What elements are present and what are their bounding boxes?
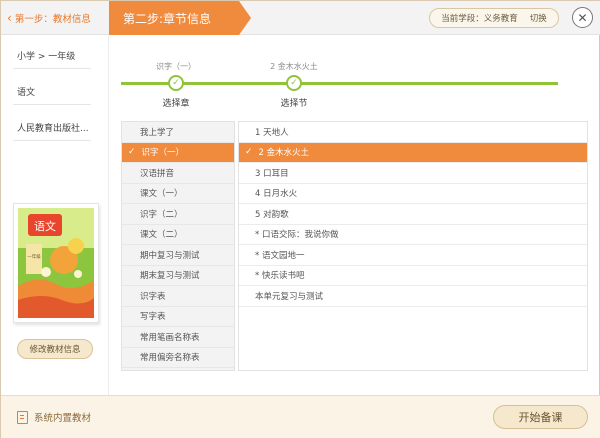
chapter-item-label: 识字表 xyxy=(140,291,166,302)
chapter-list: 我上学了 ✓ 识字（一） 汉语拼音 课文（一） 识字（二） 课文（二） 期中复习与… xyxy=(121,121,235,371)
chapter-item[interactable]: 常用偏旁名称表 xyxy=(122,347,234,368)
chapter-item[interactable]: 我上学了 xyxy=(122,122,234,143)
step2-arrow-shape xyxy=(239,1,251,35)
section-item[interactable]: * 语文园地一 xyxy=(239,245,587,266)
sidebar-item-subject[interactable]: 语文 xyxy=(13,79,91,105)
chapter-item[interactable]: 识字（二） xyxy=(122,204,234,225)
chapter-item-label: 课文（二） xyxy=(140,230,183,241)
chapter-item-label: 识字（一） xyxy=(141,148,185,159)
section-item[interactable]: * 口语交际：我说你做 xyxy=(239,224,587,245)
sidebar-item-publisher[interactable]: 人民教育出版社... xyxy=(13,115,91,141)
chapter-item-label: 期末复习与测试 xyxy=(140,271,200,282)
sidebar: 小学 > 一年级 语文 人民教育出版社... 语文 一年级 修改教材信息 xyxy=(1,35,109,395)
section-item-label: 1 天地人 xyxy=(255,127,289,138)
start-lesson-button[interactable]: 开始备课 xyxy=(493,405,588,429)
section-item-label: 5 对韵歌 xyxy=(255,209,289,220)
sidebar-item-label: 小学 > 一年级 xyxy=(17,52,76,62)
stage-label: 当前学段：义务教育 xyxy=(441,14,518,24)
chapter-item[interactable]: 课文（二） xyxy=(122,224,234,245)
chapter-item-selected[interactable]: ✓ 识字（一） xyxy=(122,142,234,163)
chapter-item-label: 期中复习与测试 xyxy=(140,250,200,261)
edit-textbook-button[interactable]: 修改教材信息 xyxy=(17,339,93,359)
book-icon xyxy=(17,410,28,424)
chapter-node-check-icon: ✓ xyxy=(168,75,184,91)
footer-bar: 系统内置教材 开始备课 xyxy=(1,395,600,438)
section-item-label: * 语文园地一 xyxy=(255,250,305,261)
chapter-item-label: 常用笔画名称表 xyxy=(140,332,200,343)
check-icon: ✓ xyxy=(128,147,136,158)
section-item[interactable]: 4 日月水火 xyxy=(239,183,587,204)
switch-label: 切换 xyxy=(529,14,547,24)
textbook-cover: 语文 一年级 xyxy=(13,203,99,323)
builtin-textbook-label: 系统内置教材 xyxy=(34,413,92,424)
section-node-check-icon: ✓ xyxy=(286,75,302,91)
textbook-cover-image: 语文 一年级 xyxy=(18,208,94,318)
app-window: ‹ 第一步：教材信息 第二步:章节信息 当前学段：义务教育 切换 ✕ 小学 > … xyxy=(0,0,600,438)
section-list: 1 天地人 ✓ 2 金木水火土 3 口耳目 4 日月水火 5 对韵歌 * 口语交际… xyxy=(238,121,588,371)
chapter-item-label: 课文（一） xyxy=(140,189,183,200)
section-item-label: * 口语交际：我说你做 xyxy=(255,230,339,241)
sidebar-item-grade[interactable]: 小学 > 一年级 xyxy=(13,43,91,69)
builtin-textbook-link[interactable]: 系统内置教材 xyxy=(17,408,91,426)
sidebar-item-label: 人民教育出版社... xyxy=(17,124,89,134)
chapter-item[interactable]: 期中复习与测试 xyxy=(122,245,234,266)
step2-tab: 第二步:章节信息 xyxy=(109,1,239,35)
step1-label: 第一步：教材信息 xyxy=(14,14,91,25)
step2-label: 第二步:章节信息 xyxy=(123,11,212,26)
section-item-label: 本单元复习与测试 xyxy=(255,291,324,302)
chapter-item-label: 常用偏旁名称表 xyxy=(140,353,200,364)
section-item[interactable]: * 快乐读书吧 xyxy=(239,265,587,286)
chapter-item-label: 识字（二） xyxy=(140,209,183,220)
chapter-item[interactable]: 期末复习与测试 xyxy=(122,265,234,286)
chapter-node-label: 选择章 xyxy=(162,99,190,109)
section-item-label: 3 口耳目 xyxy=(255,168,289,179)
chapter-item-label: 写字表 xyxy=(140,312,166,323)
section-item[interactable]: 1 天地人 xyxy=(239,122,587,143)
chapter-item[interactable]: 写字表 xyxy=(122,306,234,327)
section-node-label: 选择节 xyxy=(280,99,308,109)
stage-switch-button[interactable]: 当前学段：义务教育 切换 xyxy=(429,8,559,28)
close-icon: ✕ xyxy=(577,10,588,25)
section-node-value: 2 金木水火土 xyxy=(270,62,318,71)
book-grade: 一年级 xyxy=(27,253,41,260)
section-item-selected[interactable]: ✓ 2 金木水火土 xyxy=(239,142,587,163)
check-icon: ✓ xyxy=(245,147,253,158)
chapter-item[interactable]: 汉语拼音 xyxy=(122,163,234,184)
chevron-left-icon: ‹ xyxy=(7,11,12,25)
top-bar: ‹ 第一步：教材信息 第二步:章节信息 当前学段：义务教育 切换 ✕ xyxy=(1,1,600,35)
section-item[interactable]: 3 口耳目 xyxy=(239,163,587,184)
section-item-label: 2 金木水火土 xyxy=(258,148,310,159)
chapter-item[interactable]: 常用笔画名称表 xyxy=(122,327,234,348)
chapter-item[interactable]: 课文（一） xyxy=(122,183,234,204)
section-item-label: 4 日月水火 xyxy=(255,189,298,200)
chapter-item-label: 我上学了 xyxy=(140,127,175,138)
chapter-item[interactable]: 识字表 xyxy=(122,286,234,307)
selection-progress-line xyxy=(121,82,558,85)
section-item[interactable]: 5 对韵歌 xyxy=(239,204,587,225)
close-button[interactable]: ✕ xyxy=(572,7,593,28)
start-lesson-label: 开始备课 xyxy=(518,411,563,424)
step1-back-tab[interactable]: ‹ 第一步：教材信息 xyxy=(1,1,109,35)
section-item[interactable]: 本单元复习与测试 xyxy=(239,286,587,307)
chapter-node-value: 识字（一） xyxy=(156,62,196,71)
edit-textbook-label: 修改教材信息 xyxy=(29,345,81,355)
chapter-item-label: 汉语拼音 xyxy=(140,168,175,179)
sidebar-item-label: 语文 xyxy=(17,88,36,98)
book-title: 语文 xyxy=(34,219,56,233)
section-item-label: * 快乐读书吧 xyxy=(255,271,305,282)
